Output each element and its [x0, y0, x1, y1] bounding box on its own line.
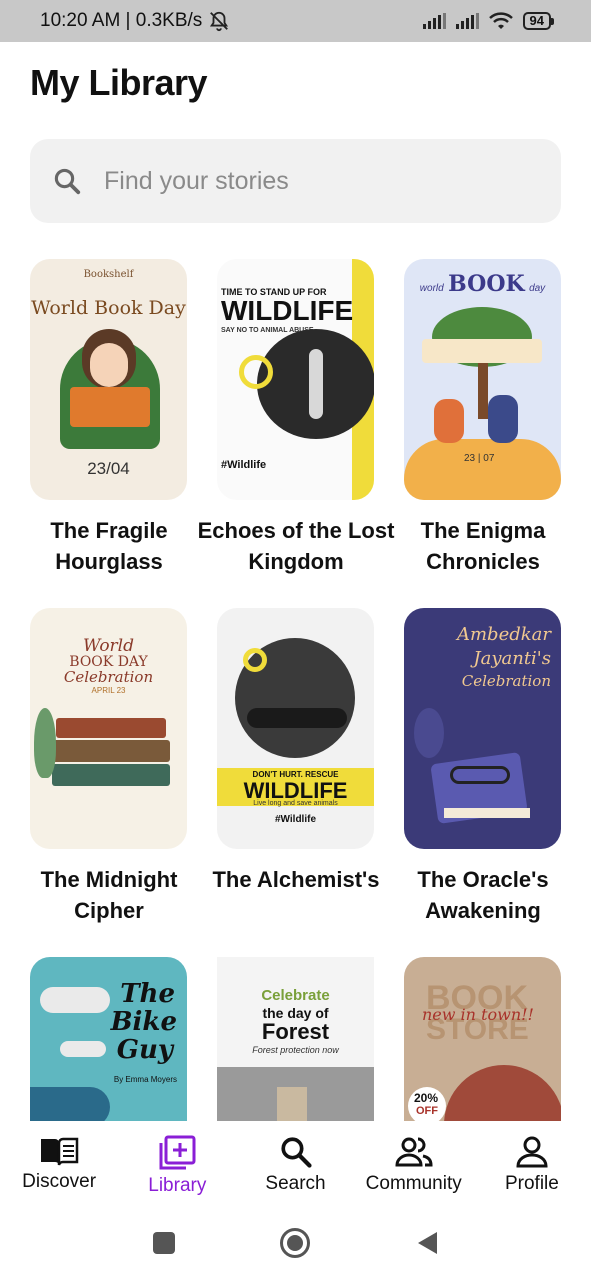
book-cover[interactable]: World BOOK DAY Celebration APRIL 23 — [30, 608, 187, 849]
wifi-icon — [488, 12, 513, 29]
nav-item-discover[interactable]: Discover — [0, 1121, 118, 1205]
book-title[interactable]: The Midnight Cipher — [9, 864, 209, 926]
book-cover[interactable]: world BOOK day 23 | 07 — [404, 259, 561, 500]
book-card[interactable]: Celebrate the day of Forest Forest prote… — [217, 957, 374, 1121]
home-icon[interactable] — [279, 1227, 310, 1258]
book-title[interactable]: Echoes of the Lost Kingdom — [196, 515, 396, 577]
search-input[interactable] — [104, 166, 524, 196]
book-cover[interactable]: DON'T HURT. RESCUE WILDLIFE Live long an… — [217, 608, 374, 849]
nav-label: Library — [148, 1175, 207, 1196]
nav-label: Profile — [504, 1173, 559, 1194]
bell-off-icon — [210, 11, 229, 32]
book-title[interactable]: The Oracle's Awakening — [383, 864, 583, 926]
search-icon — [280, 1137, 312, 1168]
book-card[interactable]: world BOOK day 23 | 07 The Enigma Chroni… — [404, 259, 561, 577]
people-icon — [395, 1137, 433, 1167]
status-bar: 10:20 AM | 0.3KB/s 94 — [0, 0, 591, 42]
nav-item-library[interactable]: Library — [118, 1121, 236, 1205]
book-card[interactable]: Ambedkar Jayanti's Celebration The Oracl… — [404, 608, 561, 926]
search-bar[interactable] — [30, 139, 561, 223]
book-card[interactable]: The Bike Guy By Emma Moyers — [30, 957, 187, 1121]
bottom-nav: Discover Library Search Community Profil… — [0, 1121, 591, 1205]
status-time: 10:20 AM | 0.3KB/s — [40, 10, 203, 31]
nav-label: Community — [365, 1173, 462, 1194]
nav-label: Search — [265, 1173, 326, 1194]
book-title[interactable]: The Alchemist's — [196, 864, 396, 895]
book-open-icon — [41, 1137, 79, 1166]
nav-item-community[interactable]: Community — [355, 1121, 473, 1205]
system-nav-bar — [0, 1205, 591, 1280]
book-cover[interactable]: Ambedkar Jayanti's Celebration — [404, 608, 561, 849]
back-icon[interactable] — [415, 1230, 439, 1256]
book-grid: Bookshelf World Book Day 23/04 The Fragi… — [0, 258, 591, 1121]
nav-item-profile[interactable]: Profile — [473, 1121, 591, 1205]
book-card[interactable]: Bookshelf World Book Day 23/04 The Fragi… — [30, 259, 187, 577]
book-title[interactable]: The Enigma Chronicles — [383, 515, 583, 577]
book-card[interactable]: DON'T HURT. RESCUE WILDLIFE Live long an… — [212, 608, 380, 895]
nav-item-search[interactable]: Search — [236, 1121, 354, 1205]
book-cover[interactable]: BOOK STORE new in town!! 20% OFF — [404, 957, 561, 1121]
page-title: My Library — [30, 62, 208, 103]
signal-icon — [455, 13, 479, 29]
book-card[interactable]: TIME TO STAND UP FOR WILDLIFE SAY NO TO … — [198, 259, 394, 577]
signal-icon — [422, 13, 446, 29]
book-cover[interactable]: Celebrate the day of Forest Forest prote… — [217, 957, 374, 1121]
library-add-icon — [159, 1135, 196, 1170]
nav-label: Discover — [22, 1171, 97, 1192]
book-cover[interactable]: Bookshelf World Book Day 23/04 — [30, 259, 187, 500]
book-card[interactable]: BOOK STORE new in town!! 20% OFF — [404, 957, 561, 1121]
book-card[interactable]: World BOOK DAY Celebration APRIL 23 The … — [30, 608, 187, 926]
book-cover[interactable]: TIME TO STAND UP FOR WILDLIFE SAY NO TO … — [217, 259, 374, 500]
battery-icon: 94 — [522, 12, 555, 30]
book-cover[interactable]: The Bike Guy By Emma Moyers — [30, 957, 187, 1121]
search-icon — [54, 168, 81, 195]
book-title[interactable]: The Fragile Hourglass — [9, 515, 209, 577]
recent-apps-icon[interactable] — [152, 1231, 175, 1254]
person-icon — [516, 1136, 548, 1168]
